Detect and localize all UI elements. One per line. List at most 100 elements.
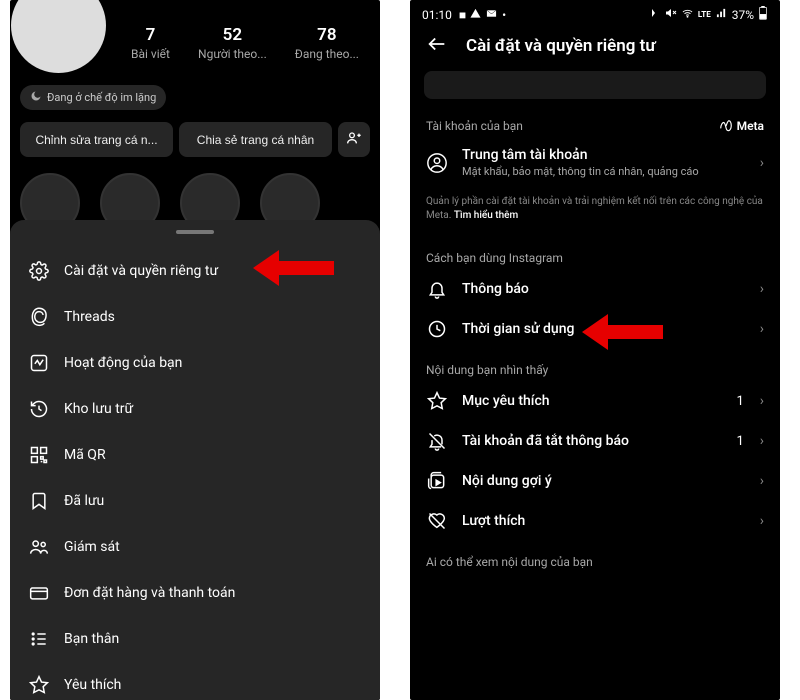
section-divider	[410, 237, 780, 245]
profile-header: 7 Bài viết 52 Người theo... 78 Đang theo…	[10, 0, 380, 73]
section-title: Ai có thể xem nội dung của bạn	[426, 555, 593, 569]
stat-count: 52	[198, 25, 267, 45]
silent-mode-chip[interactable]: Đang ở chế độ im lặng	[20, 85, 166, 110]
page-title: Cài đặt và quyền riêng tư	[466, 36, 656, 56]
stat-label: Đang theo...	[295, 47, 359, 61]
more-icon: •	[502, 8, 506, 22]
profile-actions: Chỉnh sửa trang cá n... Chia sẻ trang cá…	[10, 110, 380, 157]
item-label: Mục yêu thích	[462, 393, 722, 409]
menu-orders-payments[interactable]: Đơn đặt hàng và thanh toán	[10, 570, 380, 616]
profile-screen: 7 Bài viết 52 Người theo... 78 Đang theo…	[10, 0, 380, 700]
learn-more-link[interactable]: Tìm hiểu thêm	[454, 210, 518, 221]
menu-item-label: Threads	[64, 309, 115, 325]
stat-count: 78	[295, 25, 359, 45]
battery-pct: 37%	[732, 8, 754, 22]
menu-item-label: Mã QR	[64, 447, 106, 463]
meta-logo: Meta	[719, 119, 764, 133]
mute-icon	[665, 7, 677, 22]
dot-icon: ■	[456, 8, 466, 22]
vibrate-icon	[649, 7, 661, 22]
item-label: Trung tâm tài khoản	[462, 147, 746, 163]
supervision-icon	[28, 537, 50, 557]
stat-posts[interactable]: 7 Bài viết	[131, 25, 170, 61]
section-who-can-see: Ai có thể xem nội dung của bạn	[410, 549, 780, 573]
menu-saved[interactable]: Đã lưu	[10, 478, 380, 524]
discover-people-button[interactable]	[338, 122, 370, 157]
star-icon	[28, 675, 50, 695]
item-account-center[interactable]: Trung tâm tài khoản Mật khẩu, bảo mật, t…	[410, 137, 780, 189]
heart-off-icon	[426, 511, 448, 531]
menu-item-label: Kho lưu trữ	[64, 401, 133, 417]
menu-supervision[interactable]: Giám sát	[10, 524, 380, 570]
item-notifications[interactable]: Thông báo ›	[410, 269, 780, 309]
section-your-account: Tài khoản của bạn Meta	[410, 113, 780, 137]
archive-icon	[28, 399, 50, 419]
bookmark-icon	[28, 491, 50, 511]
menu-item-label: Bạn thân	[64, 631, 119, 647]
mail-icon	[485, 8, 498, 22]
avatar[interactable]	[11, 0, 106, 73]
activity-icon	[28, 353, 50, 373]
moon-icon	[30, 90, 42, 105]
bell-icon	[426, 279, 448, 299]
search-field[interactable]	[424, 71, 766, 99]
person-circle-icon	[426, 152, 448, 174]
section-how-you-use: Cách bạn dùng Instagram	[410, 245, 780, 269]
card-icon	[28, 583, 50, 603]
chevron-right-icon: ›	[760, 281, 764, 297]
menu-your-activity[interactable]: Hoạt động của bạn	[10, 340, 380, 386]
battery-icon	[758, 6, 768, 23]
list-icon	[28, 629, 50, 649]
menu-item-label: Đơn đặt hàng và thanh toán	[64, 585, 235, 601]
stat-label: Bài viết	[131, 47, 170, 61]
reels-icon	[426, 471, 448, 491]
stat-followers[interactable]: 52 Người theo...	[198, 25, 267, 61]
silent-mode-label: Đang ở chế độ im lặng	[47, 91, 156, 104]
status-right: LTE 37%	[649, 6, 768, 23]
item-label: Lượt thích	[462, 513, 746, 529]
section-divider	[410, 349, 780, 357]
item-likes[interactable]: Lượt thích ›	[410, 501, 780, 541]
settings-screen: 01:10 ■ • LTE 37%	[410, 0, 780, 700]
menu-archive[interactable]: Kho lưu trữ	[10, 386, 380, 432]
bell-off-icon	[426, 431, 448, 451]
edit-profile-button[interactable]: Chỉnh sửa trang cá n...	[20, 122, 173, 157]
status-left: 01:10 ■ •	[422, 8, 506, 22]
share-profile-button[interactable]: Chia sẻ trang cá nhân	[179, 122, 332, 157]
item-count: 1	[736, 434, 743, 449]
stat-following[interactable]: 78 Đang theo...	[295, 25, 359, 61]
profile-stats: 7 Bài viết 52 Người theo... 78 Đang theo…	[126, 21, 364, 61]
item-label: Thông báo	[462, 281, 746, 297]
menu-item-label: Đã lưu	[64, 493, 104, 509]
section-what-you-see: Nội dung bạn nhìn thấy	[410, 357, 780, 381]
menu-item-label: Yêu thích	[64, 677, 121, 693]
chevron-right-icon: ›	[760, 155, 764, 171]
star-icon	[426, 391, 448, 411]
item-label: Nội dung gợi ý	[462, 473, 746, 489]
menu-qr-code[interactable]: Mã QR	[10, 432, 380, 478]
menu-close-friends[interactable]: Bạn thân	[10, 616, 380, 662]
item-suggested-content[interactable]: Nội dung gợi ý ›	[410, 461, 780, 501]
item-muted-accounts[interactable]: Tài khoản đã tắt thông báo 1 ›	[410, 421, 780, 461]
section-title: Cách bạn dùng Instagram	[426, 251, 563, 265]
chevron-right-icon: ›	[760, 433, 764, 449]
threads-icon	[28, 307, 50, 327]
menu-threads[interactable]: Threads	[10, 294, 380, 340]
status-bar: 01:10 ■ • LTE 37%	[410, 0, 780, 25]
section-divider	[410, 541, 780, 549]
wifi-icon	[681, 8, 694, 22]
item-label: Tài khoản đã tắt thông báo	[462, 433, 722, 449]
menu-item-label: Hoạt động của bạn	[64, 355, 182, 371]
annotation-arrow	[253, 250, 334, 286]
header-bar: Cài đặt và quyền riêng tư	[410, 25, 780, 71]
item-favorites[interactable]: Mục yêu thích 1 ›	[410, 381, 780, 421]
back-button[interactable]	[426, 33, 448, 59]
drag-handle[interactable]	[176, 230, 214, 234]
add-person-icon	[346, 130, 362, 149]
menu-item-label: Cài đặt và quyền riêng tư	[64, 263, 218, 279]
menu-favorites[interactable]: Yêu thích	[10, 662, 380, 700]
signal-icon	[715, 8, 728, 22]
qr-icon	[28, 445, 50, 465]
chevron-right-icon: ›	[760, 321, 764, 337]
stat-count: 7	[131, 25, 170, 45]
